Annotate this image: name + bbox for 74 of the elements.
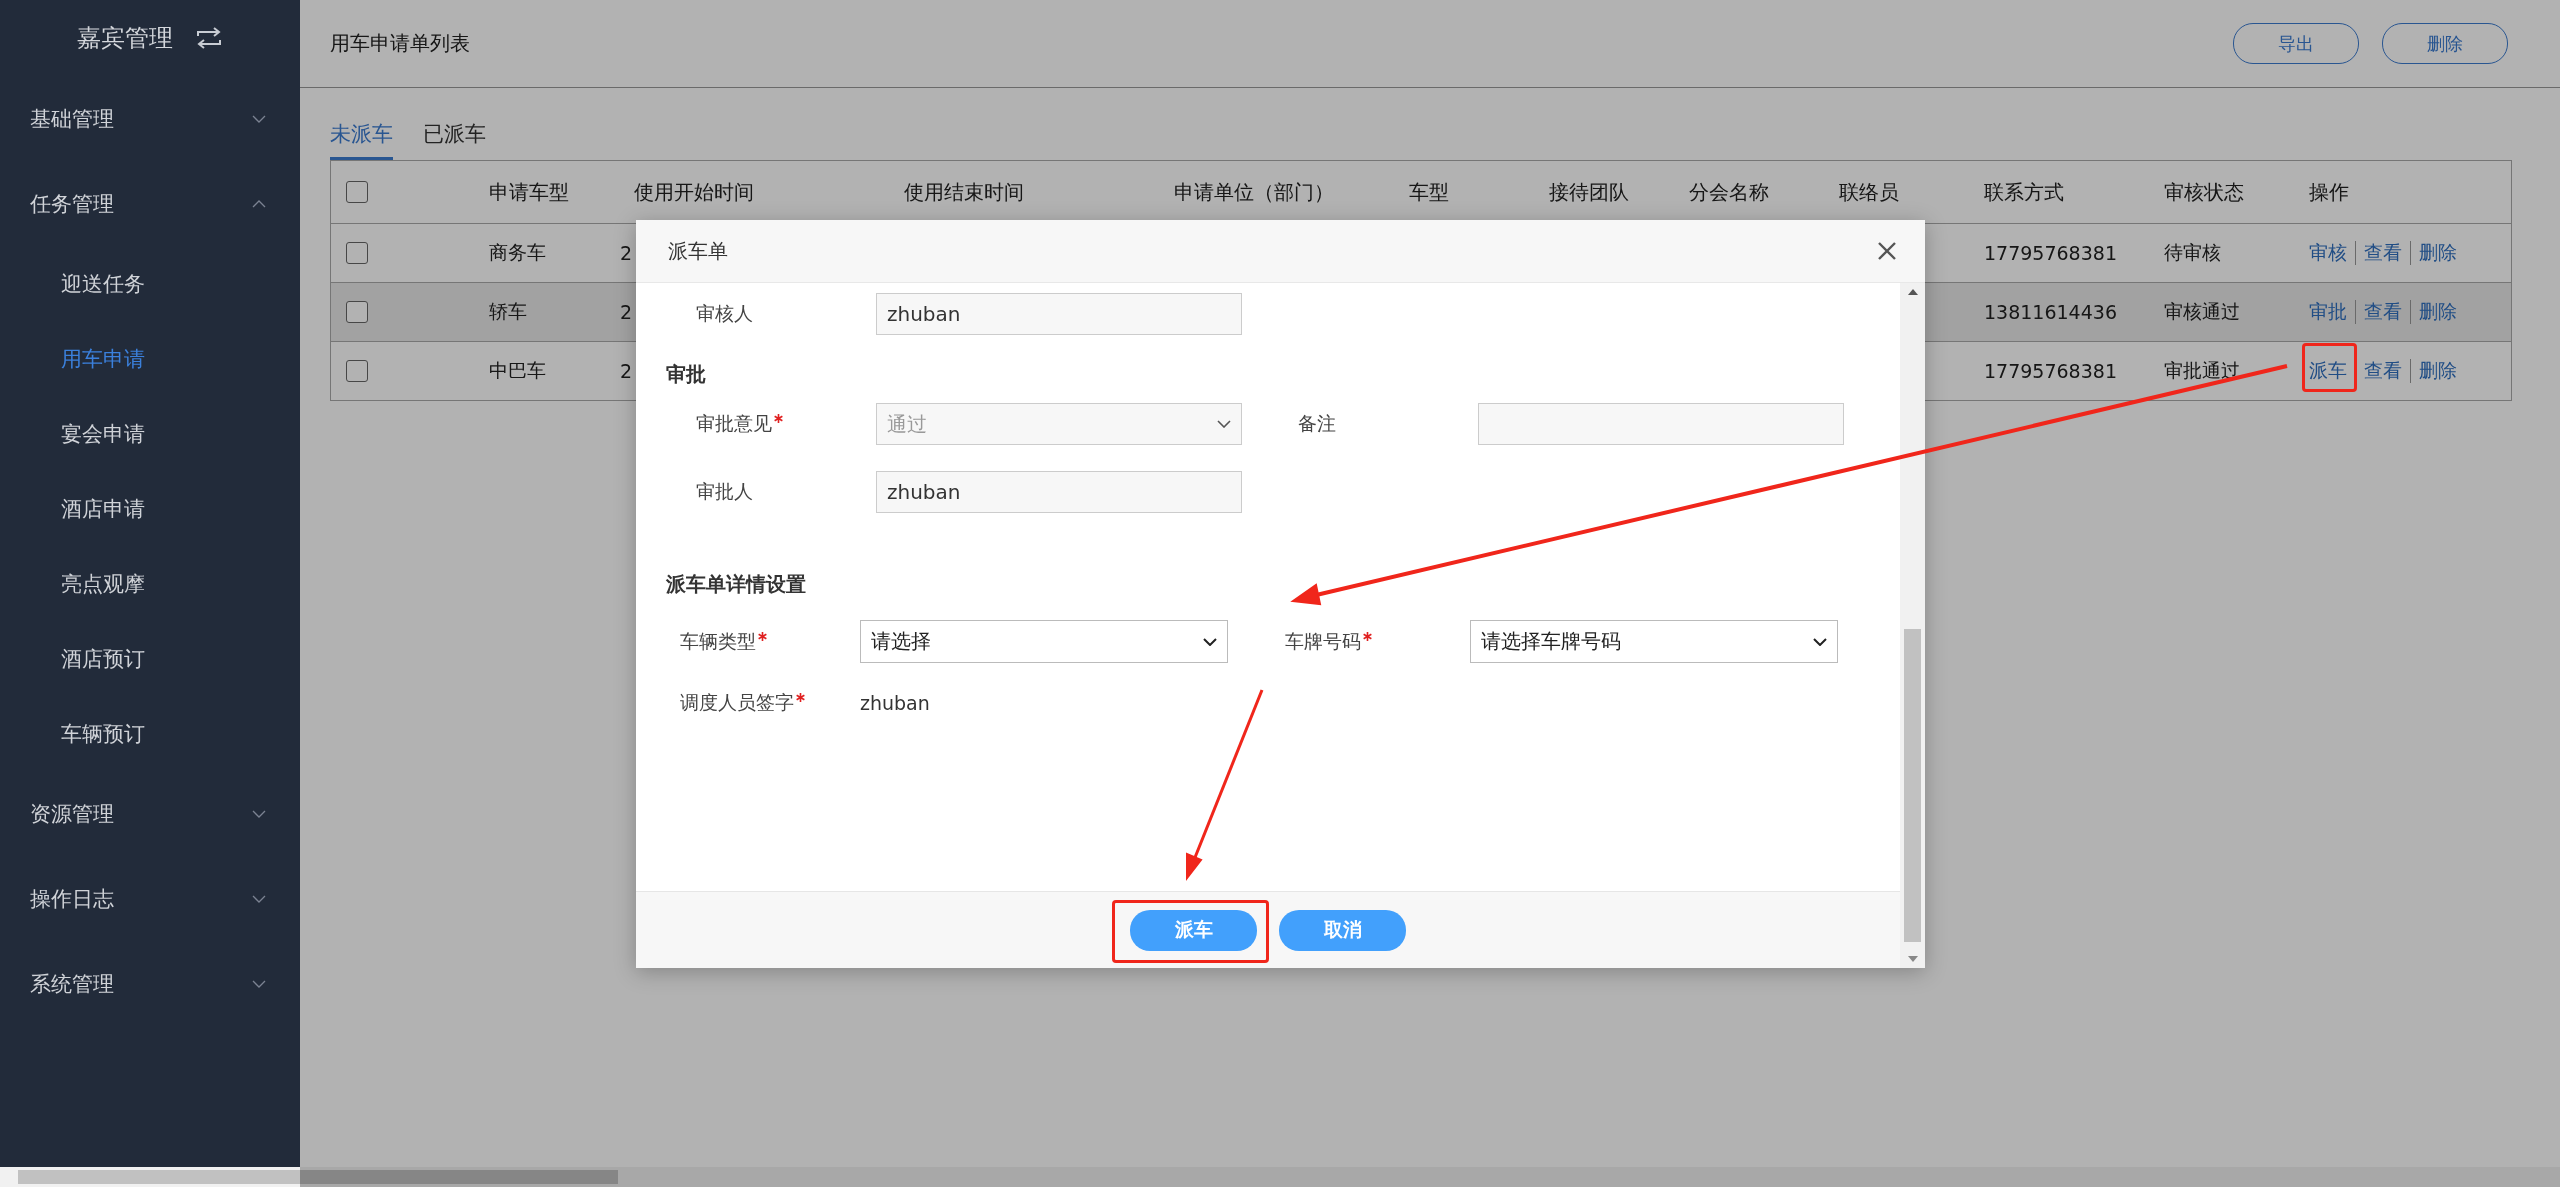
table-cell: 17795768381 <box>1984 242 2117 264</box>
chevron-down-icon <box>1217 420 1231 428</box>
toolbar-button[interactable]: 删除 <box>2382 23 2508 64</box>
field-label: 备注 <box>1298 411 1337 436</box>
menu-group[interactable]: 基础管理 <box>0 76 300 161</box>
table-cell: 2 <box>620 360 633 382</box>
table-cell-text: 轿车 <box>489 299 527 324</box>
input-field[interactable]: zhuban <box>876 471 1242 513</box>
select-field[interactable]: 请选择车牌号码 <box>1470 620 1838 663</box>
menu-group[interactable]: 资源管理 <box>0 771 300 856</box>
select-field[interactable]: 请选择 <box>860 620 1228 663</box>
column-header: 车型 <box>1409 178 1449 206</box>
close-icon[interactable] <box>1877 241 1897 261</box>
field-label: 调度人员签字 <box>680 690 794 715</box>
field-label: 车辆类型 <box>680 628 756 654</box>
input-field[interactable] <box>1478 403 1844 445</box>
sidebar-title: 嘉宾管理 <box>77 23 173 54</box>
column-header: 申请单位（部门） <box>1174 178 1334 206</box>
action-link[interactable]: 删除 <box>2419 358 2457 384</box>
chevron-down-icon <box>1203 637 1217 646</box>
table-cell-text: 商务车 <box>489 240 546 265</box>
dialog-title: 派车单 <box>668 237 728 265</box>
swap-arrows-icon[interactable] <box>195 27 223 49</box>
horizontal-scrollbar[interactable] <box>0 1167 2560 1187</box>
column-header: 使用结束时间 <box>904 178 1024 206</box>
vertical-scrollbar[interactable] <box>1900 283 1925 968</box>
menu-group[interactable]: 操作日志 <box>0 856 300 941</box>
action-link[interactable]: 审核 <box>2309 240 2347 266</box>
menu-item[interactable]: 用车申请 <box>0 321 300 396</box>
column-header: 申请车型 <box>489 178 569 206</box>
table-cell: 2 <box>620 242 633 264</box>
table-cell: 2 <box>620 301 633 323</box>
table-cell: 13811614436 <box>1984 301 2117 323</box>
column-header: 操作 <box>2309 178 2349 206</box>
row-checkbox[interactable] <box>346 242 368 264</box>
action-link[interactable]: 查看 <box>2364 240 2402 266</box>
input-field[interactable]: zhuban <box>876 293 1242 335</box>
table-cell-text: 中巴车 <box>489 358 546 383</box>
menu-group[interactable]: 任务管理 <box>0 161 300 246</box>
menu-item[interactable]: 酒店预订 <box>0 621 300 696</box>
menu-item[interactable]: 酒店申请 <box>0 471 300 546</box>
field-label: 车牌号码 <box>1285 628 1361 654</box>
menu-item[interactable]: 宴会申请 <box>0 396 300 471</box>
highlight-frame <box>2302 343 2357 392</box>
column-header: 联络员 <box>1839 178 1899 206</box>
scroll-down-icon[interactable] <box>1907 956 1918 962</box>
menu-item[interactable]: 车辆预订 <box>0 696 300 771</box>
table-cell-text: 待审核 <box>2164 240 2221 265</box>
section-heading: 派车单详情设置 <box>665 571 807 595</box>
page-title: 用车申请单列表 <box>330 30 470 57</box>
column-header: 审核状态 <box>2164 178 2244 206</box>
action-link[interactable]: 派车 <box>2309 358 2347 384</box>
section-heading: 审批 <box>665 361 707 385</box>
action-link[interactable]: 查看 <box>2364 358 2402 384</box>
column-header: 使用开始时间 <box>634 178 754 206</box>
scroll-up-icon[interactable] <box>1907 289 1918 295</box>
column-header: 接待团队 <box>1549 178 1629 206</box>
menu-item[interactable]: 亮点观摩 <box>0 546 300 621</box>
field-label: 审批人 <box>696 479 754 504</box>
action-link[interactable]: 删除 <box>2419 240 2457 266</box>
select-all-checkbox[interactable] <box>346 181 368 203</box>
table-cell: 17795768381 <box>1984 360 2117 382</box>
field-label: 审核人 <box>696 301 754 326</box>
column-header: 联系方式 <box>1984 178 2064 206</box>
menu-item[interactable]: 迎送任务 <box>0 246 300 321</box>
tab[interactable]: 已派车 <box>423 120 486 160</box>
row-checkbox[interactable] <box>346 360 368 382</box>
menu-group[interactable]: 系统管理 <box>0 941 300 1026</box>
field-label: 审批意见 <box>696 411 772 436</box>
chevron-down-icon <box>1813 637 1827 646</box>
table-cell-text: 审核通过 <box>2164 299 2240 324</box>
column-header: 分会名称 <box>1689 178 1769 206</box>
row-checkbox[interactable] <box>346 301 368 323</box>
field-value: zhuban <box>860 692 930 714</box>
